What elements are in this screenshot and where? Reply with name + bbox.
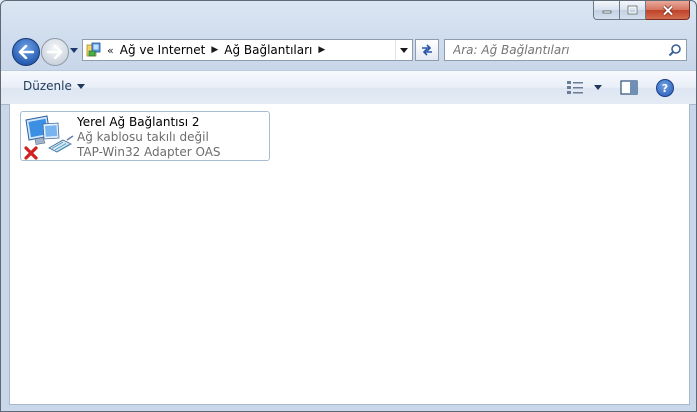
breadcrumb-item-network-internet[interactable]: Ağ ve Internet <box>120 43 206 57</box>
maximize-icon <box>627 5 638 15</box>
help-icon: ? <box>661 81 669 95</box>
network-adapter-disconnected-icon <box>24 115 74 160</box>
forward-button[interactable] <box>41 38 69 66</box>
address-history-button[interactable] <box>395 40 412 60</box>
command-bar: Düzenle ? <box>1 70 696 105</box>
maximize-button[interactable] <box>620 1 646 20</box>
explorer-window: « Ağ ve Internet ▶ Ağ Bağlantıları ▶ Ara… <box>0 0 697 412</box>
recent-pages-button[interactable] <box>69 45 79 55</box>
network-connection-item[interactable]: Yerel Ağ Bağlantısı 2 Ağ kablosu takılı … <box>20 111 270 161</box>
preview-pane-button[interactable] <box>620 80 638 99</box>
chevron-down-icon <box>70 47 78 53</box>
breadcrumb-separator-icon[interactable]: ▶ <box>211 45 218 55</box>
item-details: Yerel Ağ Bağlantısı 2 Ağ kablosu takılı … <box>77 115 221 160</box>
address-bar[interactable]: « Ağ ve Internet ▶ Ağ Bağlantıları ▶ <box>82 39 413 61</box>
network-folder-icon <box>86 42 101 57</box>
preview-pane-icon <box>620 80 638 95</box>
minimize-icon <box>602 10 611 14</box>
title-bar <box>1 1 696 31</box>
connection-name: Yerel Ağ Bağlantısı 2 <box>77 115 200 129</box>
chevron-down-icon <box>76 83 85 89</box>
organize-menu-button[interactable]: Düzenle <box>23 79 85 93</box>
change-view-button[interactable] <box>566 80 602 94</box>
close-icon <box>662 4 673 16</box>
caption-buttons <box>593 1 690 20</box>
breadcrumb-item-network-connections[interactable]: Ağ Bağlantıları <box>224 43 312 57</box>
help-button[interactable]: ? <box>656 79 674 97</box>
refresh-button[interactable] <box>415 39 439 61</box>
view-details-icon <box>567 81 583 94</box>
search-box[interactable] <box>444 39 687 61</box>
breadcrumb-separator-icon[interactable]: ▶ <box>318 45 325 55</box>
arrow-left-icon <box>18 45 34 59</box>
close-button[interactable] <box>646 1 690 20</box>
chevron-down-icon <box>400 47 408 53</box>
breadcrumb-overflow[interactable]: « <box>107 44 114 57</box>
refresh-icon <box>422 44 432 56</box>
file-list-area[interactable]: Yerel Ağ Bağlantısı 2 Ağ kablosu takılı … <box>9 104 690 405</box>
search-input[interactable] <box>445 42 665 58</box>
search-icon[interactable] <box>668 43 682 57</box>
connection-device: TAP-Win32 Adapter OAS <box>77 145 221 159</box>
navigation-bar: « Ağ ve Internet ▶ Ağ Bağlantıları ▶ <box>1 35 696 66</box>
connection-status: Ağ kablosu takılı değil <box>77 130 209 144</box>
minimize-button[interactable] <box>593 1 620 20</box>
back-button[interactable] <box>12 38 40 66</box>
chevron-down-icon <box>594 84 602 90</box>
arrow-right-icon <box>47 45 63 59</box>
organize-label: Düzenle <box>23 79 72 93</box>
